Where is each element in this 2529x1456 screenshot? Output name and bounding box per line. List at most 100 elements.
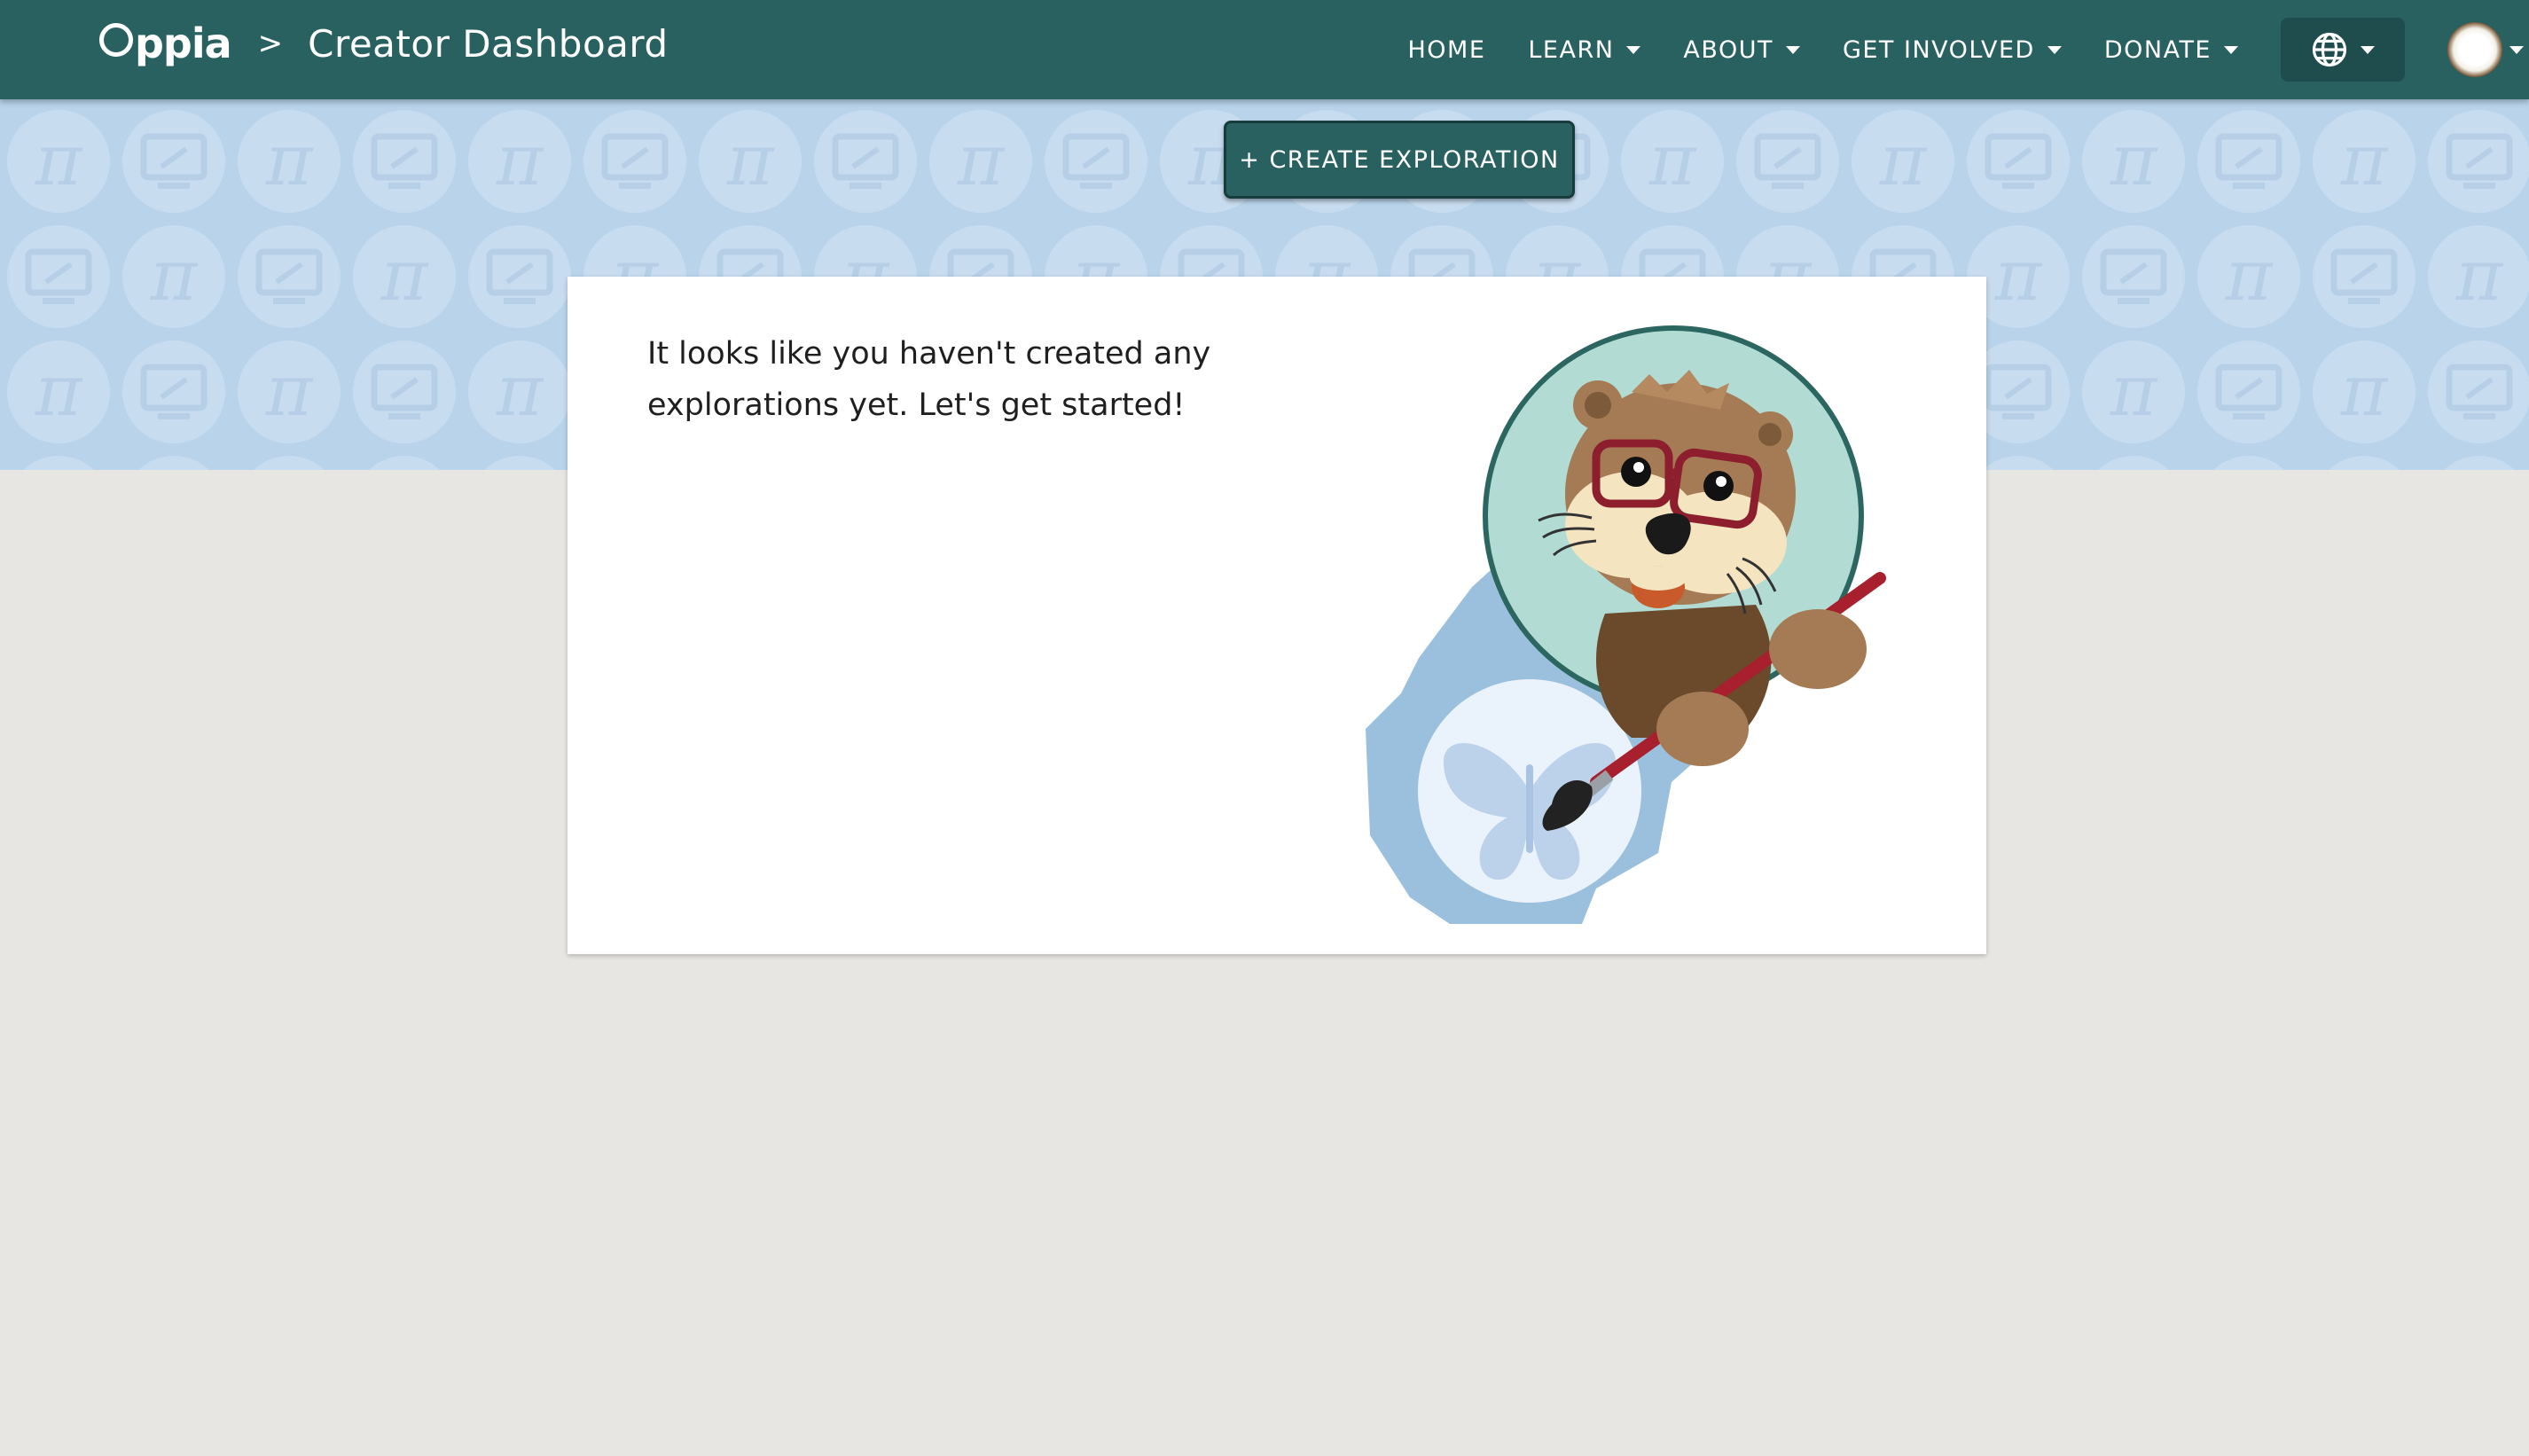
pi-icon: π	[2213, 456, 2284, 470]
monitor-icon	[468, 225, 571, 328]
pi-icon: π	[468, 341, 571, 443]
svg-text:π: π	[2340, 349, 2389, 432]
pi-icon: π	[2197, 225, 2300, 328]
language-selector-button[interactable]	[2281, 18, 2405, 82]
pi-icon: π	[122, 225, 225, 328]
monitor-icon	[2098, 456, 2169, 470]
monitor-icon	[353, 110, 456, 213]
pi-icon: π	[138, 456, 209, 470]
pi-icon: π	[699, 110, 802, 213]
pi-icon: π	[468, 110, 571, 213]
nav-home-label: HOME	[1407, 35, 1486, 64]
otter-painting-illustration	[1366, 325, 1886, 924]
svg-text:π: π	[150, 234, 199, 317]
user-profile-dropdown[interactable]	[2447, 22, 2524, 77]
monitor-icon	[1736, 110, 1839, 213]
caret-down-icon	[1785, 45, 1800, 54]
pi-icon: π	[1621, 110, 1724, 213]
nav-donate-dropdown[interactable]: DONATE	[2104, 36, 2238, 64]
svg-text:π: π	[2340, 119, 2389, 201]
pi-icon: π	[353, 225, 456, 328]
monitor-icon	[2197, 110, 2300, 213]
pi-icon: π	[2082, 341, 2185, 443]
monitor-icon	[122, 341, 225, 443]
svg-text:π: π	[2225, 234, 2274, 317]
caret-down-icon	[2224, 45, 2238, 54]
pi-icon: π	[238, 341, 341, 443]
pi-icon: π	[238, 110, 341, 213]
caret-down-icon	[1626, 45, 1641, 54]
svg-text:π: π	[1994, 465, 2043, 470]
svg-text:π: π	[2225, 465, 2274, 470]
monitor-icon	[484, 456, 555, 470]
pi-icon: π	[2313, 341, 2415, 443]
pi-icon: π	[7, 110, 110, 213]
page-title: Creator Dashboard	[308, 21, 669, 66]
monitor-icon	[2197, 341, 2300, 443]
svg-text:π: π	[1994, 234, 2043, 317]
svg-text:π: π	[1648, 119, 1697, 201]
svg-text:π: π	[380, 465, 429, 470]
svg-text:π: π	[265, 119, 314, 201]
svg-text:π: π	[150, 465, 199, 470]
breadcrumb-separator: >	[257, 26, 284, 61]
pi-icon: π	[2082, 110, 2185, 213]
monitor-icon	[2329, 456, 2400, 470]
svg-text:π: π	[496, 119, 544, 201]
monitor-icon	[1967, 110, 2070, 213]
monitor-icon	[7, 225, 110, 328]
caret-down-icon	[2047, 45, 2062, 54]
caret-down-icon	[2361, 45, 2375, 54]
nav-get-involved-dropdown[interactable]: GET INVOLVED	[1843, 36, 2062, 64]
monitor-icon	[2082, 225, 2185, 328]
svg-text:π: π	[265, 349, 314, 432]
svg-text:π: π	[726, 119, 775, 201]
top-navigation-bar: ppia > Creator Dashboard HOME LEARN ABOU…	[0, 0, 2529, 99]
monitor-icon	[814, 110, 917, 213]
nav-learn-label: LEARN	[1528, 35, 1615, 64]
monitor-icon	[254, 456, 325, 470]
monitor-icon	[122, 110, 225, 213]
create-exploration-button[interactable]: + CREATE EXPLORATION	[1224, 121, 1575, 199]
monitor-icon	[2313, 225, 2415, 328]
main-nav: HOME LEARN ABOUT GET INVOLVED DONATE	[1407, 0, 2529, 99]
avatar	[2447, 22, 2502, 77]
oppia-logo[interactable]: ppia	[99, 20, 232, 67]
svg-text:π: π	[35, 119, 83, 201]
pi-icon: π	[7, 341, 110, 443]
monitor-icon	[238, 225, 341, 328]
pi-icon: π	[2444, 456, 2515, 470]
globe-icon	[2312, 32, 2347, 67]
monitor-icon	[2428, 110, 2529, 213]
monitor-icon	[353, 341, 456, 443]
svg-text:π: π	[380, 234, 429, 317]
nav-about-dropdown[interactable]: ABOUT	[1683, 36, 1800, 64]
pi-icon: π	[929, 110, 1032, 213]
empty-state-message: It looks like you haven't created any ex…	[647, 336, 1211, 423]
monitor-icon	[1045, 110, 1147, 213]
nav-about-label: ABOUT	[1683, 35, 1773, 64]
nav-learn-dropdown[interactable]: LEARN	[1528, 35, 1641, 64]
pi-icon: π	[1852, 110, 1954, 213]
oppia-logo-ring-icon	[99, 23, 133, 57]
svg-text:π: π	[957, 119, 1006, 201]
pi-icon: π	[2428, 225, 2529, 328]
nav-home[interactable]: HOME	[1407, 36, 1485, 64]
nav-get-involved-label: GET INVOLVED	[1842, 35, 2035, 64]
breadcrumb: ppia > Creator Dashboard	[99, 20, 669, 67]
caret-down-icon	[2509, 45, 2524, 54]
svg-text:π: π	[496, 349, 544, 432]
svg-text:π: π	[35, 349, 83, 432]
monitor-icon	[2428, 341, 2529, 443]
svg-text:π: π	[2110, 349, 2158, 432]
svg-text:π: π	[2455, 465, 2504, 470]
pi-icon: π	[369, 456, 440, 470]
oppia-logo-text: ppia	[135, 20, 232, 67]
svg-text:π: π	[2110, 119, 2158, 201]
pi-icon: π	[2313, 110, 2415, 213]
monitor-icon	[23, 456, 94, 470]
svg-text:π: π	[2455, 234, 2504, 317]
nav-donate-label: DONATE	[2103, 35, 2212, 64]
empty-dashboard-card: It looks like you haven't created any ex…	[568, 277, 1986, 954]
monitor-icon	[583, 110, 686, 213]
